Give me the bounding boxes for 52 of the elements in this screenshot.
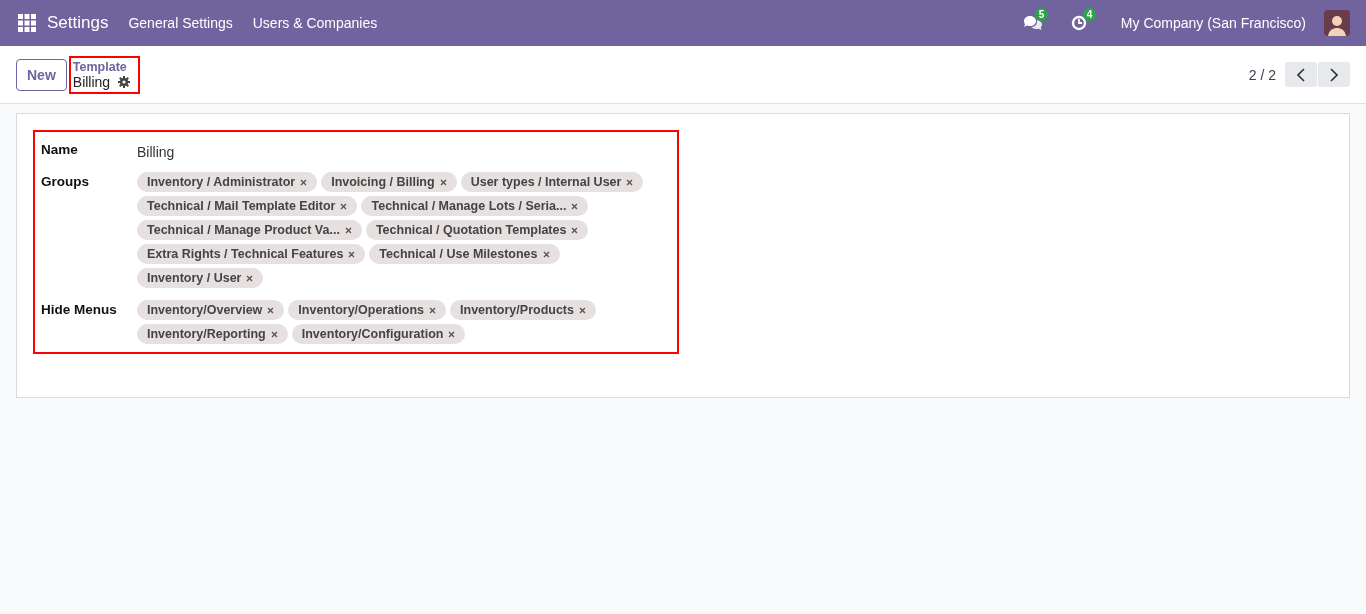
tag-label: Inventory / User xyxy=(147,271,242,285)
tag-label: Inventory/Operations xyxy=(298,303,425,317)
remove-icon[interactable] xyxy=(439,178,447,186)
company-switcher[interactable]: My Company (San Francisco) xyxy=(1120,15,1306,31)
tag-label: Inventory/Reporting xyxy=(147,327,266,341)
remove-icon[interactable] xyxy=(300,178,308,186)
tag-label: Technical / Manage Lots / Seria... xyxy=(371,199,567,213)
new-button[interactable]: New xyxy=(16,58,67,91)
chevron-left-icon xyxy=(1297,67,1305,82)
clock-icon[interactable] xyxy=(1070,15,1087,31)
tag-label: Inventory/Overview xyxy=(147,303,263,317)
remove-icon[interactable] xyxy=(571,226,579,234)
avatar-silhouette[interactable] xyxy=(1324,10,1350,36)
tag-label: Technical / Use Milestones xyxy=(379,247,538,261)
remove-icon[interactable] xyxy=(340,202,348,210)
app-title[interactable]: Settings xyxy=(47,13,109,33)
next-button[interactable] xyxy=(1318,62,1350,87)
remove-icon[interactable] xyxy=(542,250,550,258)
field-label: Hide Menus xyxy=(41,301,118,317)
tag-label: Inventory/Products xyxy=(460,303,574,317)
tag-label: User types / Internal User xyxy=(470,175,622,189)
pager-value: 2 / 2 xyxy=(1248,66,1276,83)
previous-button[interactable] xyxy=(1285,62,1317,87)
record-title: Billing xyxy=(72,73,111,90)
field-label: Name xyxy=(41,141,79,157)
menu-item[interactable]: General Settings xyxy=(118,15,243,31)
remove-icon[interactable] xyxy=(344,226,352,234)
settings-icon[interactable] xyxy=(118,75,131,88)
remove-icon[interactable] xyxy=(348,250,356,258)
remove-icon[interactable] xyxy=(579,306,586,314)
field-label: Groups xyxy=(41,173,90,189)
remove-icon[interactable] xyxy=(267,306,275,314)
apps-menu-icon[interactable] xyxy=(18,14,36,32)
remove-icon[interactable] xyxy=(571,202,579,210)
notification-badge: 5 xyxy=(1034,8,1049,21)
chevron-right-icon xyxy=(1330,67,1338,82)
tag-label: Technical / Quotation Templates xyxy=(375,223,567,237)
breadcrumb-link[interactable]: Template xyxy=(72,59,131,74)
remove-icon[interactable] xyxy=(626,178,634,186)
remove-icon[interactable] xyxy=(429,306,437,314)
remove-icon[interactable] xyxy=(246,274,254,282)
tag-label: Invoicing / Billing xyxy=(331,175,435,189)
remove-icon[interactable] xyxy=(270,330,278,338)
tag-label: Inventory / Administrator xyxy=(147,175,296,189)
menu-item[interactable]: Users & Companies xyxy=(242,15,388,31)
notification-badge: 4 xyxy=(1082,8,1097,21)
tag-label: Inventory/Configuration xyxy=(301,327,444,341)
tag-label: Technical / Manage Product Va... xyxy=(147,223,340,237)
tag-label: Technical / Mail Template Editor xyxy=(147,199,336,213)
tag-label: Extra Rights / Technical Features xyxy=(147,247,344,261)
field-value[interactable]: Billing xyxy=(137,140,175,160)
remove-icon[interactable] xyxy=(448,330,456,338)
